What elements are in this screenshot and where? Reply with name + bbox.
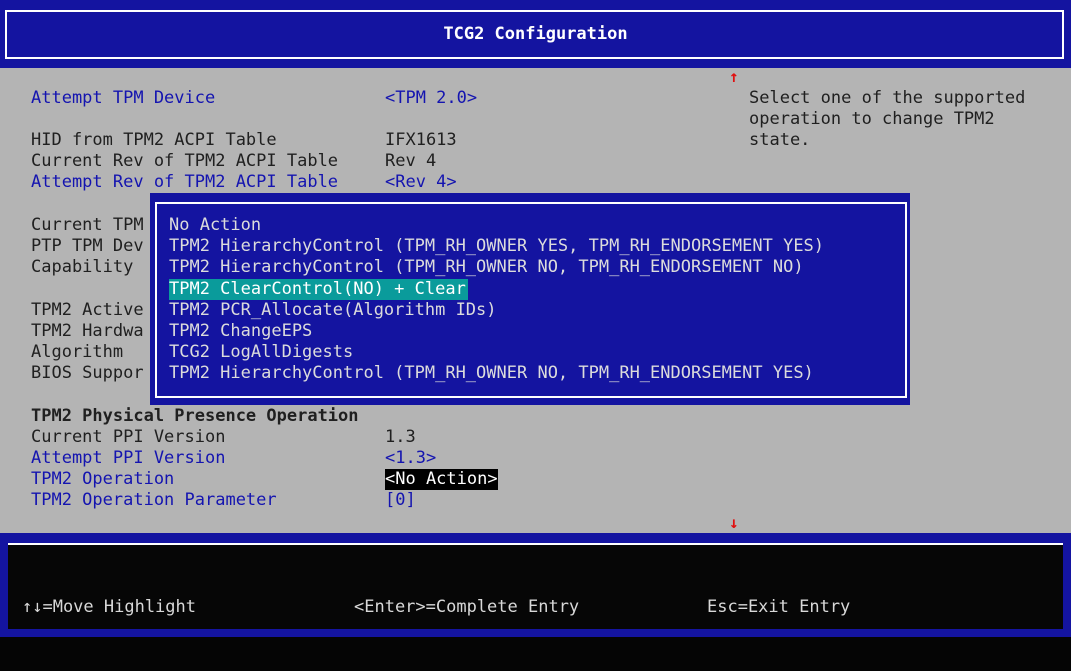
popup-option-hierarchy-no-no[interactable]: TPM2 HierarchyControl (TPM_RH_OWNER NO, … [169,257,804,278]
label-algorithm: Algorithm [31,342,124,362]
page-title: TCG2 Configuration [443,24,628,44]
title-bar: TCG2 Configuration [0,0,1071,68]
value-attempt-rev[interactable]: <Rev 4> [385,172,457,193]
label-current-rev: Current Rev of TPM2 ACPI Table [31,151,339,171]
label-tpm2-operation-parameter[interactable]: TPM2 Operation Parameter [31,490,277,511]
label-tpm2-operation[interactable]: TPM2 Operation [31,469,174,490]
popup-option-no-action[interactable]: No Action [169,215,261,236]
label-hid: HID from TPM2 ACPI Table [31,130,277,150]
value-tpm2-operation[interactable]: <No Action> [385,469,498,490]
value-hid: IFX1613 [385,130,457,150]
value-tpm2-operation-parameter[interactable]: [0] [385,490,416,511]
hint-exit-entry: Esc=Exit Entry [707,597,851,617]
value-attempt-tpm-device[interactable]: <TPM 2.0> [385,88,477,109]
scroll-down-arrow-icon[interactable]: ↓ [729,512,739,533]
section-heading-physical-presence: TPM2 Physical Presence Operation [31,406,359,426]
value-current-rev: Rev 4 [385,151,437,171]
operation-popup: No Action TPM2 HierarchyControl (TPM_RH_… [150,193,910,405]
popup-option-hierarchy-no-yes[interactable]: TPM2 HierarchyControl (TPM_RH_OWNER NO, … [169,363,814,384]
hint-move-highlight: ↑↓=Move Highlight [22,597,196,617]
help-text: Select one of the supported operation to… [749,88,1026,150]
value-attempt-ppi[interactable]: <1.3> [385,448,436,469]
popup-option-logalldigests[interactable]: TCG2 LogAllDigests [169,342,353,363]
label-bios-support: BIOS Suppor [31,363,144,383]
label-ptp-tpm-dev: PTP TPM Dev [31,236,144,256]
label-tpm2-active: TPM2 Active [31,300,144,320]
value-current-ppi: 1.3 [385,427,416,447]
hint-complete-entry: <Enter>=Complete Entry [354,597,580,617]
label-capability: Capability [31,257,134,277]
label-tpm2-hardware: TPM2 Hardwa [31,321,144,341]
label-current-ppi: Current PPI Version [31,427,226,447]
popup-option-changeeps[interactable]: TPM2 ChangeEPS [169,321,312,342]
scroll-up-arrow-icon[interactable]: ↑ [729,66,739,87]
footer-bar: ↑↓=Move Highlight <Enter>=Complete Entry… [0,533,1071,637]
label-current-tpm: Current TPM [31,215,144,235]
popup-option-hierarchy-yes-yes[interactable]: TPM2 HierarchyControl (TPM_RH_OWNER YES,… [169,236,824,257]
label-attempt-rev[interactable]: Attempt Rev of TPM2 ACPI Table [31,172,338,193]
popup-option-clearcontrol[interactable]: TPM2 ClearControl(NO) + Clear [169,279,468,300]
label-attempt-ppi[interactable]: Attempt PPI Version [31,448,225,469]
popup-option-pcr-allocate[interactable]: TPM2 PCR_Allocate(Algorithm IDs) [169,300,497,321]
label-attempt-tpm-device[interactable]: Attempt TPM Device [31,88,215,109]
